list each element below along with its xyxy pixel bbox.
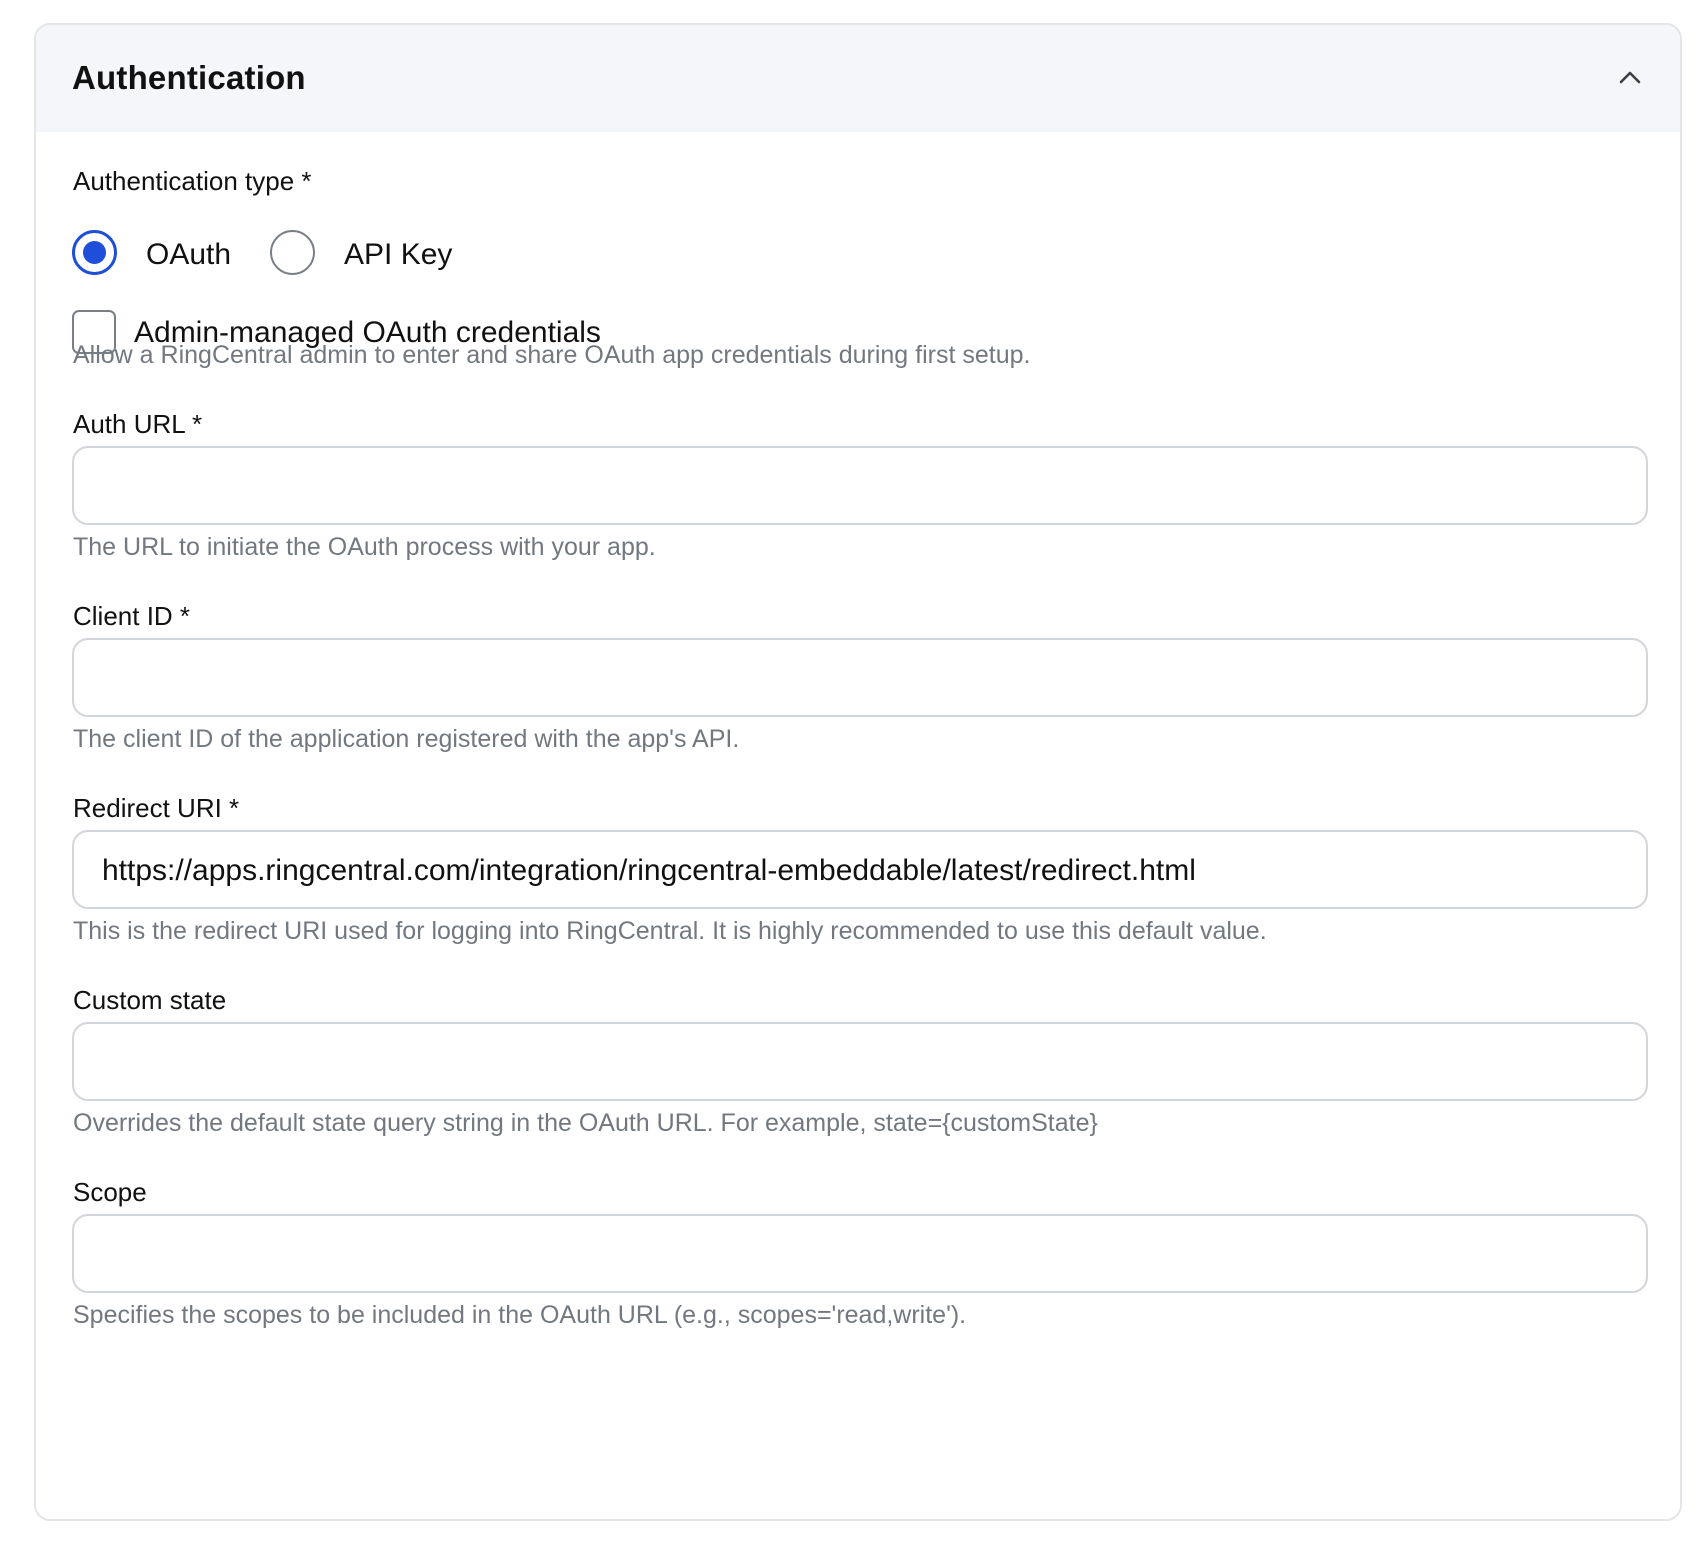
auth-url-label: Auth URL *: [73, 409, 203, 439]
radio-api-key-label[interactable]: API Key: [344, 240, 452, 270]
auth-url-input[interactable]: [72, 446, 1648, 525]
auth-type-label: Authentication type *: [73, 166, 312, 196]
panel-header: Authentication: [36, 25, 1680, 132]
authentication-panel: Authentication Authentication type * OAu…: [34, 23, 1682, 1521]
redirect-uri-input[interactable]: https://apps.ringcentral.com/integration…: [72, 830, 1648, 909]
auth-url-hint: The URL to initiate the OAuth process wi…: [73, 533, 656, 561]
radio-oauth[interactable]: [72, 230, 117, 275]
radio-dot: [83, 241, 106, 264]
client-id-label: Client ID *: [73, 601, 191, 631]
custom-state-label: Custom state: [73, 985, 227, 1015]
collapse-button[interactable]: [1602, 52, 1658, 108]
panel-title: Authentication: [72, 59, 306, 96]
admin-managed-hint: Allow a RingCentral admin to enter and s…: [73, 341, 1031, 369]
scope-label: Scope: [73, 1177, 147, 1207]
custom-state-input[interactable]: [72, 1022, 1648, 1101]
redirect-uri-hint: This is the redirect URI used for loggin…: [73, 917, 1267, 945]
redirect-uri-label: Redirect URI *: [73, 793, 240, 823]
radio-ring: [270, 230, 315, 275]
radio-api-key[interactable]: [270, 230, 315, 275]
redirect-uri-value: https://apps.ringcentral.com/integration…: [102, 854, 1196, 887]
scope-input[interactable]: [72, 1214, 1648, 1293]
scope-hint: Specifies the scopes to be included in t…: [73, 1301, 967, 1329]
custom-state-hint: Overrides the default state query string…: [73, 1109, 1098, 1137]
client-id-input[interactable]: [72, 638, 1648, 717]
chevron-up-icon: [1619, 71, 1641, 84]
client-id-hint: The client ID of the application registe…: [73, 725, 740, 753]
radio-oauth-label[interactable]: OAuth: [146, 240, 231, 270]
